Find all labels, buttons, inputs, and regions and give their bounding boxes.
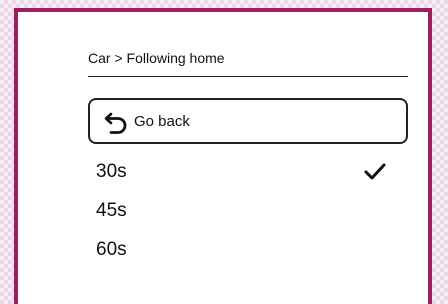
option-60s[interactable]: 60s (96, 237, 396, 267)
undo-arrow-icon (104, 112, 127, 134)
option-45s[interactable]: 45s (96, 198, 396, 228)
background-frame: Car > Following home Go back 30s 45s 60s (0, 0, 448, 304)
breadcrumb: Car > Following home (88, 50, 225, 66)
settings-screen: Car > Following home Go back 30s 45s 60s (14, 8, 432, 304)
go-back-label: Go back (134, 113, 190, 130)
checkmark-icon (364, 163, 386, 180)
option-30s[interactable]: 30s (96, 159, 396, 189)
go-back-button[interactable]: Go back (88, 98, 408, 144)
option-label: 60s (96, 239, 127, 260)
option-label: 30s (96, 161, 127, 182)
breadcrumb-divider (88, 76, 408, 77)
option-label: 45s (96, 200, 127, 221)
